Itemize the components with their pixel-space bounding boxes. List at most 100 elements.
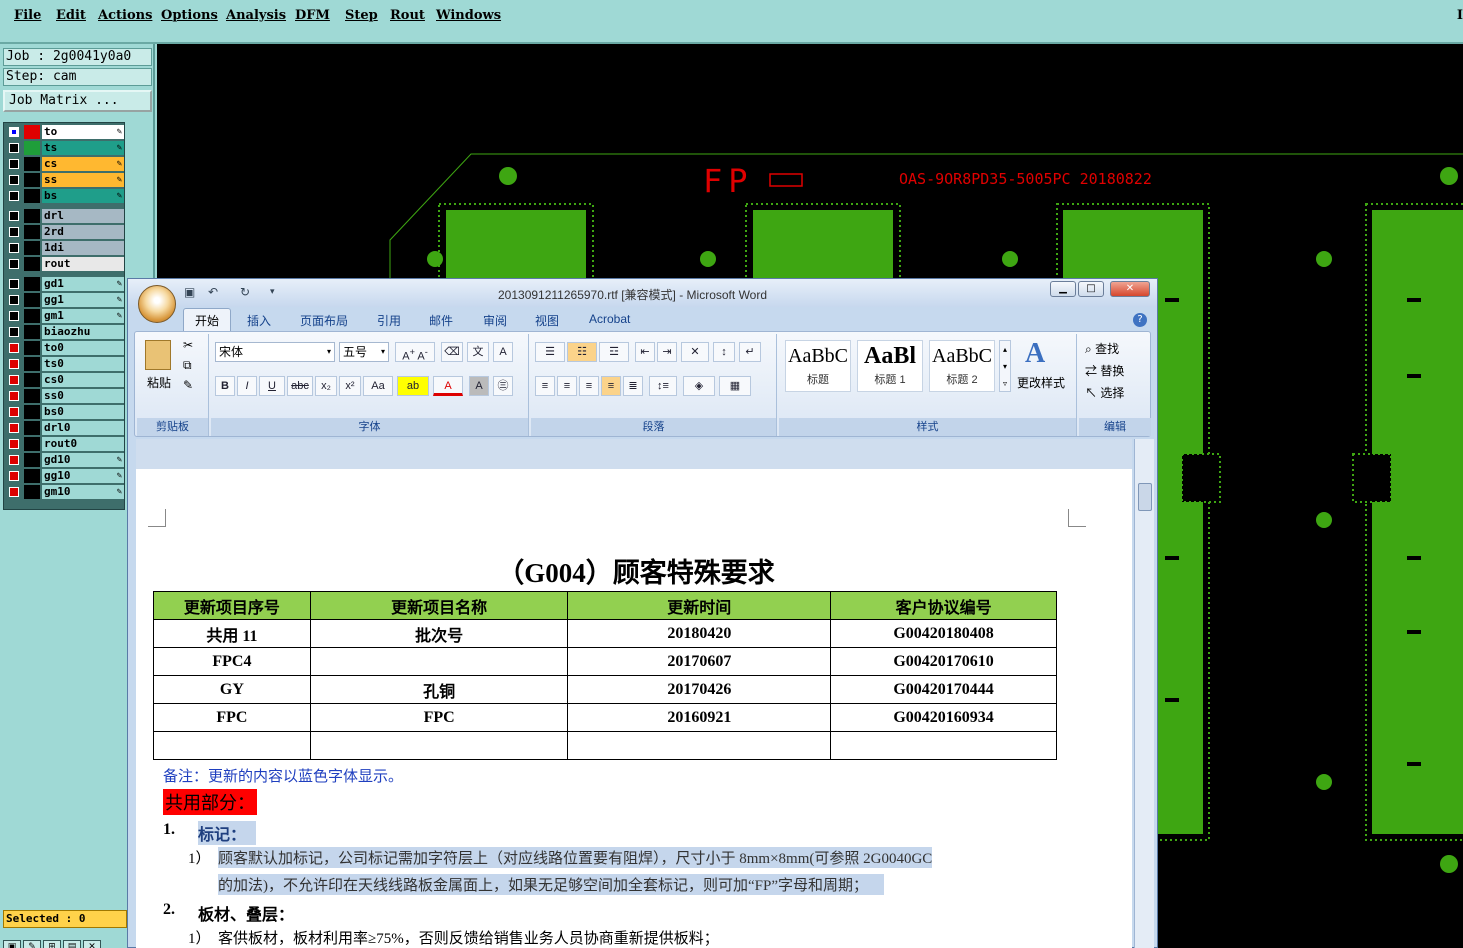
document-page[interactable]: （G004）顾客特殊要求 更新项目序号 更新项目名称 更新时间 客户协议编号 共… (136, 469, 1132, 948)
layer-color-swatch[interactable] (24, 405, 40, 419)
superscript-button[interactable]: x² (339, 376, 361, 396)
paste-icon[interactable] (145, 340, 171, 370)
layer-color-swatch[interactable] (24, 277, 40, 291)
menu-analysis[interactable]: Analysis (226, 8, 286, 23)
layer-name[interactable]: ss0 (42, 389, 124, 403)
tool-icon-5[interactable]: ✕ (83, 940, 101, 948)
layer-row-bs[interactable]: bs ✎ (6, 189, 124, 203)
layer-checkbox[interactable] (9, 243, 19, 253)
distributed-button[interactable]: ≣ (623, 376, 643, 396)
redo-icon[interactable]: ↻ (240, 285, 250, 299)
word-titlebar[interactable]: ▣ ↶ ↻ ▾ 2013091211265970.rtf [兼容模式] - Mi… (128, 279, 1157, 323)
layer-name[interactable]: 1di (42, 241, 124, 255)
tab-layout[interactable]: 页面布局 (300, 312, 348, 329)
borders-button[interactable]: ▦ (719, 376, 751, 396)
subscript-button[interactable]: x₂ (315, 376, 337, 396)
tool-icon-1[interactable]: ▣ (3, 940, 21, 948)
layer-checkbox[interactable] (9, 391, 19, 401)
numbering-button[interactable]: ☷ (567, 342, 597, 362)
layer-color-swatch[interactable] (24, 453, 40, 467)
layer-color-swatch[interactable] (24, 469, 40, 483)
layer-color-swatch[interactable] (24, 293, 40, 307)
layer-name[interactable]: gm10 ✎ (42, 485, 124, 499)
layer-row-ss0[interactable]: ss0 (6, 389, 124, 403)
scroll-thumb[interactable] (1138, 483, 1152, 511)
save-icon[interactable]: ▣ (184, 285, 195, 299)
layer-checkbox[interactable] (9, 191, 19, 201)
layer-row-ts0[interactable]: ts0 (6, 357, 124, 371)
layer-checkbox[interactable] (9, 279, 19, 289)
layer-color-swatch[interactable] (24, 325, 40, 339)
select-button[interactable]: ↖ 选择 (1085, 384, 1124, 401)
layer-row-drl0[interactable]: drl0 (6, 421, 124, 435)
word-window[interactable]: ▣ ↶ ↻ ▾ 2013091211265970.rtf [兼容模式] - Mi… (127, 278, 1158, 948)
highlight-button[interactable]: ab (397, 376, 429, 396)
layer-color-swatch[interactable] (24, 257, 40, 271)
layer-name[interactable]: bs ✎ (42, 189, 124, 203)
char-border-button[interactable]: A (493, 342, 513, 362)
phonetic-button[interactable]: 文 (467, 342, 489, 362)
align-right-button[interactable]: ≡ (579, 376, 599, 396)
layer-name[interactable]: to ✎ (42, 125, 124, 139)
layer-row-1di[interactable]: 1di (6, 241, 124, 255)
tab-review[interactable]: 审阅 (483, 312, 507, 329)
bold-button[interactable]: B (215, 376, 235, 396)
layer-color-swatch[interactable] (24, 421, 40, 435)
undo-icon[interactable]: ↶ (208, 285, 218, 299)
font-size-combo[interactable]: 五号 ▾ (339, 342, 389, 362)
tool-icon-2[interactable]: ✎ (23, 940, 41, 948)
decrease-indent-button[interactable]: ⇤ (635, 342, 655, 362)
change-case-button[interactable]: Aa (363, 376, 393, 396)
increase-indent-button[interactable]: ⇥ (657, 342, 677, 362)
layer-checkbox[interactable] (9, 127, 19, 137)
layer-row-drl[interactable]: drl (6, 209, 124, 223)
menu-actions[interactable]: Actions (98, 8, 152, 23)
help-icon[interactable]: ? (1133, 313, 1147, 327)
layer-name[interactable]: drl0 (42, 421, 124, 435)
align-left-button[interactable]: ≡ (535, 376, 555, 396)
layer-row-gd10[interactable]: gd10 ✎ (6, 453, 124, 467)
font-color-button[interactable]: A (433, 376, 463, 396)
layer-row-biaozhu[interactable]: biaozhu (6, 325, 124, 339)
layer-row-bs0[interactable]: bs0 (6, 405, 124, 419)
change-styles-icon[interactable]: A (1025, 338, 1045, 370)
layer-color-swatch[interactable] (24, 173, 40, 187)
layer-name[interactable]: drl (42, 209, 124, 223)
style-heading1[interactable]: AaBl 标题 1 (857, 340, 923, 392)
tab-references[interactable]: 引用 (377, 312, 401, 329)
change-styles-label[interactable]: 更改样式 (1017, 374, 1065, 391)
menu-edit[interactable]: Edit (56, 8, 86, 23)
layer-row-2rd[interactable]: 2rd (6, 225, 124, 239)
layer-color-swatch[interactable] (24, 157, 40, 171)
layer-checkbox[interactable] (9, 487, 19, 497)
layer-color-swatch[interactable] (24, 373, 40, 387)
layer-checkbox[interactable] (9, 143, 19, 153)
menu-file[interactable]: File (14, 8, 41, 23)
strikethrough-button[interactable]: abc (287, 376, 313, 396)
job-matrix-button[interactable]: Job Matrix ... (3, 90, 152, 112)
layer-color-swatch[interactable] (24, 141, 40, 155)
layer-name[interactable]: gm1 ✎ (42, 309, 124, 323)
layer-checkbox[interactable] (9, 311, 19, 321)
font-name-combo[interactable]: 宋体 ▾ (215, 342, 335, 362)
layer-name[interactable]: bs0 (42, 405, 124, 419)
justify-button[interactable]: ≡ (601, 376, 621, 396)
clear-format-button[interactable]: ⌫ (441, 342, 463, 362)
tool-icon-3[interactable]: ⊞ (43, 940, 61, 948)
layer-row-gm1[interactable]: gm1 ✎ (6, 309, 124, 323)
layer-checkbox[interactable] (9, 455, 19, 465)
layer-row-gg1[interactable]: gg1 ✎ (6, 293, 124, 307)
layer-row-to0[interactable]: to0 (6, 341, 124, 355)
italic-button[interactable]: I (237, 376, 257, 396)
minimize-button[interactable]: ▁ (1050, 281, 1076, 297)
close-icon[interactable]: I (1457, 8, 1463, 23)
tab-mailings[interactable]: 邮件 (429, 312, 453, 329)
menu-step[interactable]: Step (345, 8, 378, 23)
layer-color-swatch[interactable] (24, 125, 40, 139)
layer-checkbox[interactable] (9, 175, 19, 185)
enclose-char-button[interactable]: ㊂ (493, 376, 513, 396)
layer-checkbox[interactable] (9, 439, 19, 449)
menu-options[interactable]: Options (161, 8, 218, 23)
layer-row-cs[interactable]: cs ✎ (6, 157, 124, 171)
layer-name[interactable]: rout0 (42, 437, 124, 451)
